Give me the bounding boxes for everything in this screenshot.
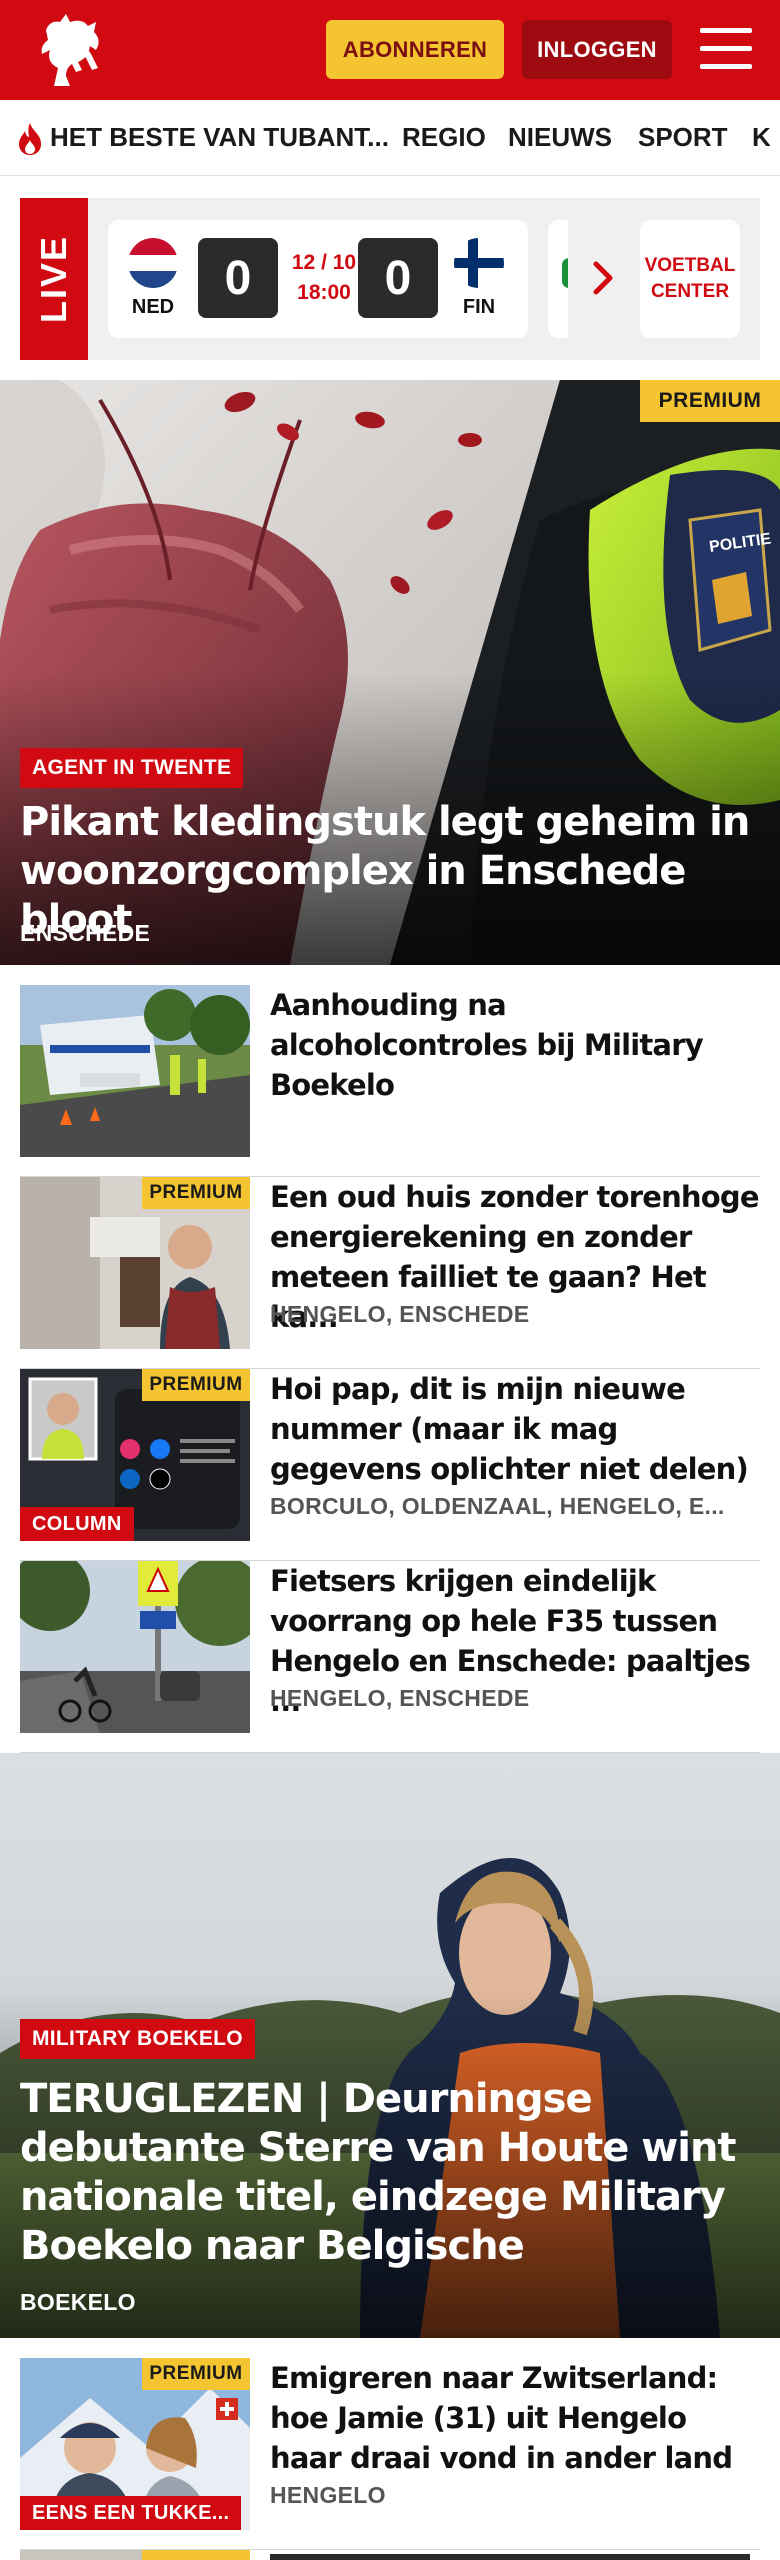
hero-article[interactable]: POLITIE PREMIUM AGENT IN TWENTE Pikant k…	[0, 380, 780, 965]
hamburger-menu-icon[interactable]	[700, 26, 752, 72]
article-thumbnail: PREMIUM EENS EEN TUKKE...	[20, 2358, 250, 2530]
article-location: HENGELO	[270, 2482, 386, 2508]
hero-title[interactable]: TERUGLEZEN | Deurningse debutante Sterre…	[20, 2075, 765, 2271]
away-score: 0	[358, 238, 438, 318]
premium-badge: PREMIUM	[640, 380, 780, 422]
premium-badge: PREMIUM	[142, 1369, 250, 1401]
chevron-right-icon[interactable]	[588, 258, 618, 298]
hero-kicker: MILITARY BOEKELO	[20, 2019, 255, 2059]
article-kicker: EENS EEN TUKKE...	[20, 2496, 242, 2530]
nav-item-regio[interactable]: REGIO	[402, 122, 486, 153]
away-team: FIN	[462, 296, 496, 318]
article-location: HENGELO, ENSCHEDE	[270, 1301, 530, 1327]
article-thumbnail: PREMIUM	[20, 1177, 250, 1349]
hero-location: ENSCHEDE	[20, 920, 151, 946]
article-location: BORCULO, OLDENZAAL, HENGELO, E...	[270, 1493, 725, 1519]
live-badge: LIVE	[20, 198, 88, 360]
nav-item-nieuws[interactable]: NIEUWS	[508, 122, 612, 153]
list-item[interactable]	[20, 2550, 760, 2560]
netherlands-flag-icon	[128, 238, 178, 288]
login-button[interactable]: INLOGGEN	[522, 20, 672, 79]
article-location: HENGELO, ENSCHEDE	[270, 1685, 530, 1711]
list-item[interactable]: PREMIUM Een oud huis zonder torenhoge en…	[20, 1177, 760, 1369]
home-score: 0	[198, 238, 278, 318]
site-header: ABONNEREN INLOGGEN	[0, 0, 780, 100]
match-datetime: 12 / 10 18:00	[291, 251, 357, 304]
list-item[interactable]: Fietsers krijgen eindelijk voorrang op h…	[20, 1561, 760, 1753]
flame-icon	[19, 123, 41, 155]
premium-badge: PREMIUM	[142, 1177, 250, 1209]
premium-badge: PREMIUM	[142, 2358, 250, 2390]
article-thumbnail: PREMIUM COLUMN	[20, 1369, 250, 1541]
nav-item-sport[interactable]: SPORT	[638, 122, 728, 153]
football-center-link[interactable]: VOETBAL CENTER	[640, 220, 740, 338]
next-match-card[interactable]	[548, 220, 568, 338]
article-title[interactable]: Aanhouding na alcoholcontroles bij Milit…	[270, 985, 760, 1105]
hero-kicker: AGENT IN TWENTE	[20, 748, 244, 788]
category-nav: HET BESTE VAN TUBANT... REGIO NIEUWS SPO…	[0, 100, 780, 176]
list-item[interactable]: PREMIUM EENS EEN TUKKE... Emigreren naar…	[20, 2358, 760, 2550]
live-scores-strip: LIVE NED 0 12 / 10 18:00 0 FIN VOETBAL C…	[20, 198, 760, 360]
nav-item-next[interactable]: K	[752, 122, 771, 153]
list-item[interactable]: Aanhouding na alcoholcontroles bij Milit…	[20, 985, 760, 1177]
tubantia-horse-logo[interactable]	[36, 10, 106, 90]
finland-flag-icon	[454, 238, 504, 288]
home-team: NED	[131, 296, 175, 318]
nav-item-het-beste[interactable]: HET BESTE VAN TUBANT...	[50, 122, 389, 153]
match-card[interactable]: NED 0 12 / 10 18:00 0 FIN	[108, 220, 528, 338]
hero-article-2[interactable]: MILITARY BOEKELO TERUGLEZEN | Deurningse…	[0, 1753, 780, 2338]
article-title[interactable]: Emigreren naar Zwitserland: hoe Jamie (3…	[270, 2358, 760, 2478]
hero-location: BOEKELO	[20, 2289, 136, 2315]
article-thumbnail	[20, 985, 250, 1157]
list-item[interactable]: PREMIUM COLUMN Hoi pap, dit is mijn nieu…	[20, 1369, 760, 1561]
article-title[interactable]: Hoi pap, dit is mijn nieuwe nummer (maar…	[270, 1369, 760, 1489]
article-thumbnail	[20, 1561, 250, 1733]
article-kicker: COLUMN	[20, 1507, 134, 1541]
subscribe-button[interactable]: ABONNEREN	[326, 20, 504, 79]
